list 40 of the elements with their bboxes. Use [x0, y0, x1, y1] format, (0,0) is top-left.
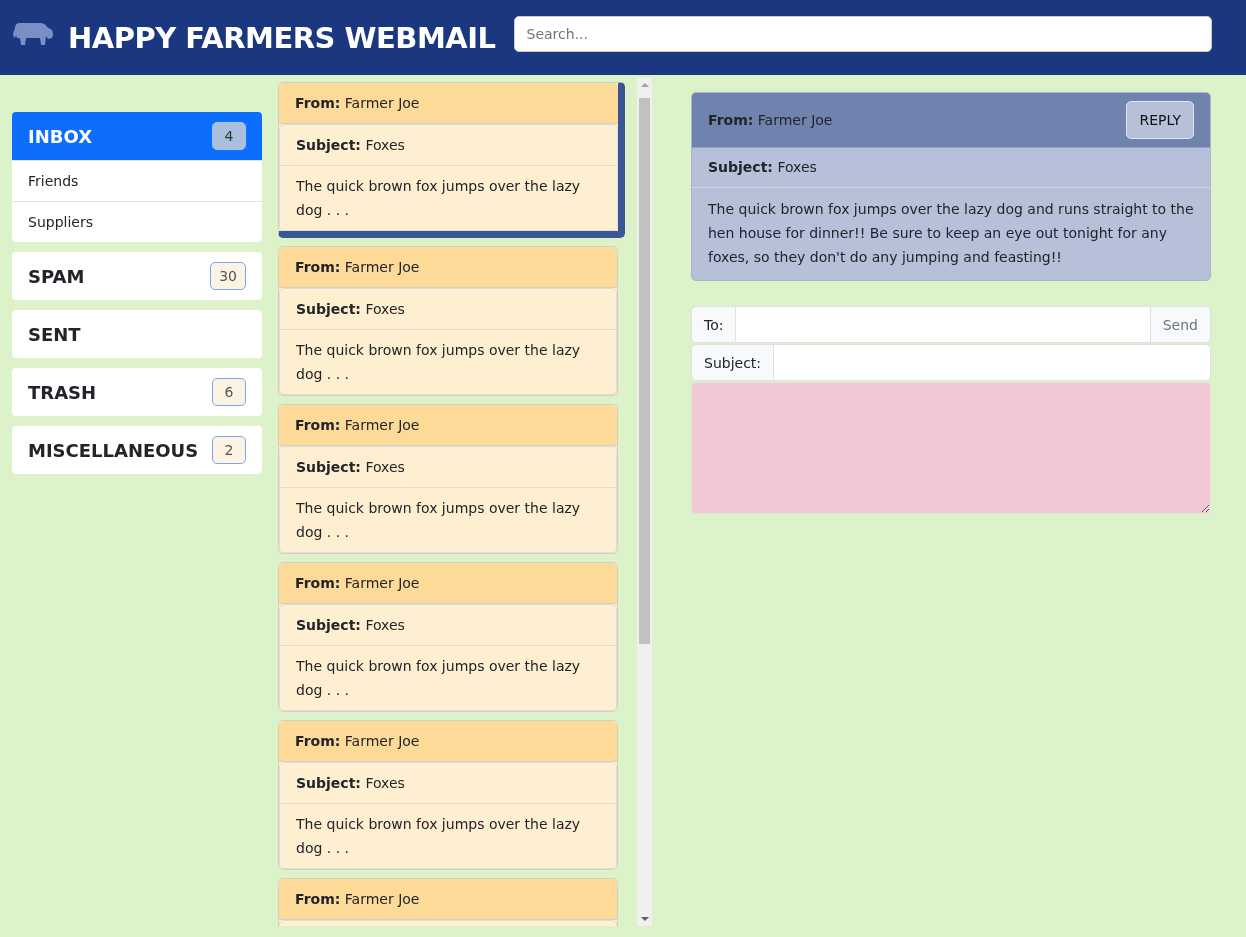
to-field[interactable]	[736, 306, 1151, 343]
subject-line: Subject: Foxes	[280, 125, 617, 166]
subject-field[interactable]	[774, 344, 1211, 381]
folder-item[interactable]: SPAM 30	[12, 252, 262, 300]
search-field[interactable]: Search...	[513, 15, 1212, 52]
count-badge: 30	[210, 262, 246, 290]
count-badge: 4	[212, 122, 246, 150]
folder-item[interactable]: TRASH 6	[12, 368, 262, 416]
folder-item[interactable]: MISCELLANEOUS 2	[12, 426, 262, 474]
message-preview: The quick brown fox jumps over the lazy dog . . .	[295, 657, 582, 700]
message-preview: The quick brown fox jumps over the lazy dog . . .	[295, 499, 582, 542]
message-preview: The quick brown fox jumps over the lazy dog . . .	[295, 177, 582, 220]
message-card[interactable]: From: Farmer Joe Subject: Foxes The quick brown fox jumps over the lazy dog . . .	[278, 404, 618, 554]
subject-line: Subject: Foxes	[280, 289, 616, 330]
sender-line: From: Farmer Joe	[708, 112, 833, 128]
send-button[interactable]: Send	[1150, 306, 1211, 343]
app-title: HAPPY FARMERS WEBMAIL	[68, 20, 496, 55]
message-preview: The quick brown fox jumps over the lazy dog . . .	[295, 341, 582, 384]
message-card[interactable]: From: Farmer Joe Subject: Foxes The quick brown fox jumps over the lazy dog . . .	[278, 720, 618, 870]
subject-line: Subject: Foxes	[280, 605, 616, 646]
scrollbar[interactable]	[637, 78, 652, 926]
message-card[interactable]: From: Farmer Joe Subject: Foxes The quick brown fox jumps over the lazy dog . . .	[278, 82, 625, 238]
message-body: The quick brown fox jumps over the lazy dog and runs straight to the hen house for dinner!! Be sure to keep an eye out tonight for any foxes, so they don't do any jumping and feasting!!	[707, 200, 1195, 267]
message-card[interactable]: From: Farmer Joe	[278, 878, 618, 926]
folder-item[interactable]: INBOX 4	[12, 112, 262, 160]
message-body-field[interactable]	[691, 382, 1211, 514]
subfolder-item[interactable]: Suppliers	[12, 201, 262, 242]
to-label: To:	[691, 306, 737, 343]
message-card[interactable]: From: Farmer Joe Subject: Foxes The quick brown fox jumps over the lazy dog . . .	[278, 246, 618, 396]
count-badge: 6	[212, 378, 246, 406]
count-badge: 2	[212, 436, 246, 464]
subject-line: Subject: Foxes	[280, 763, 616, 804]
subject-label: Subject:	[691, 344, 775, 381]
message-card[interactable]: From: Farmer Joe Subject: Foxes The quick brown fox jumps over the lazy dog . . .	[278, 562, 618, 712]
message-preview: The quick brown fox jumps over the lazy dog . . .	[295, 815, 582, 858]
reply-button[interactable]: REPLY	[1126, 101, 1194, 139]
folder-item[interactable]: SENT	[12, 310, 262, 358]
subfolder-item[interactable]: Friends	[12, 160, 262, 201]
subject-line: Subject: Foxes	[280, 447, 616, 488]
subject-line: Subject: Foxes	[692, 147, 1210, 188]
